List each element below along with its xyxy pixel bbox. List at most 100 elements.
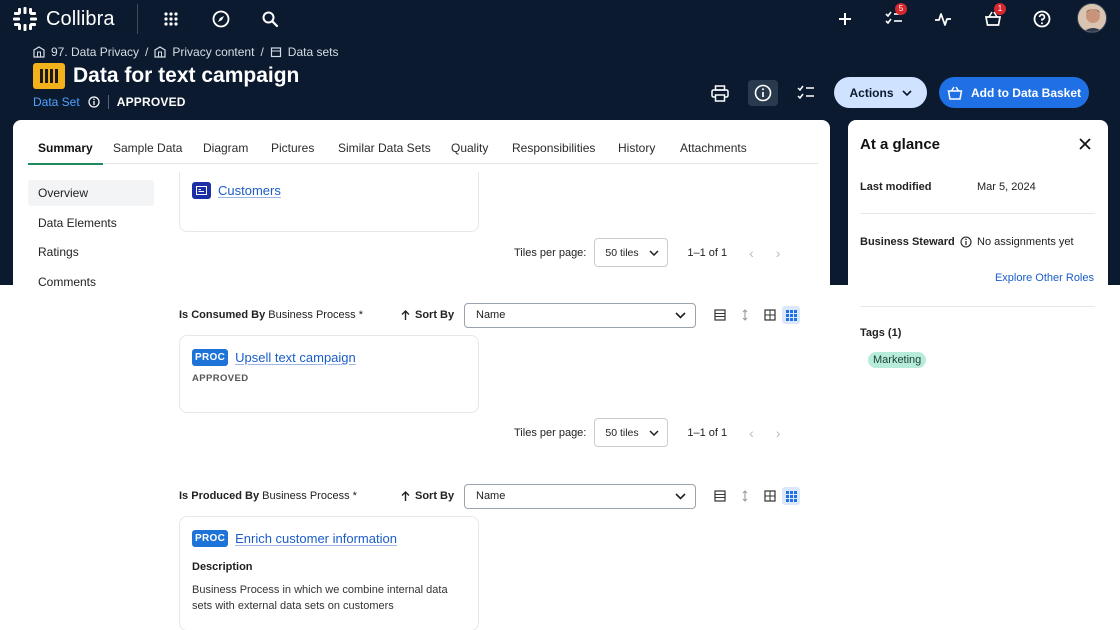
community-icon [33, 46, 45, 58]
tile-header: PROC Upsell text campaign [192, 349, 466, 366]
tile-link[interactable]: Customers [218, 183, 281, 198]
at-a-glance-panel: At a glance Last modified Mar 5, 2024 Bu… [848, 120, 1108, 630]
breadcrumb-label: Privacy content [172, 45, 255, 59]
breadcrumb-item-community[interactable]: 97. Data Privacy [33, 45, 139, 59]
sort-order-icon[interactable] [736, 306, 754, 324]
tile-view-icon[interactable] [782, 306, 800, 324]
dataset-type-icon [33, 63, 65, 89]
relation-section-header: Is Consumed By Business Process * Sort B… [179, 302, 809, 328]
app-name: Collibra [46, 7, 115, 30]
dataset-icon [270, 47, 281, 58]
tab-history[interactable]: History [618, 132, 655, 164]
tab-sample-data[interactable]: Sample Data [113, 132, 182, 164]
info-icon[interactable] [960, 236, 972, 248]
divider [860, 306, 1095, 307]
tile-header: Customers [192, 182, 466, 199]
plus-icon[interactable] [834, 8, 856, 30]
tab-diagram[interactable]: Diagram [203, 132, 248, 164]
relation-title: Is Consumed By Business Process * [179, 309, 363, 321]
table-view-icon[interactable] [711, 306, 729, 324]
help-icon[interactable] [1031, 8, 1053, 30]
table-view-icon[interactable] [711, 487, 729, 505]
add-to-basket-button[interactable]: Add to Data Basket [939, 77, 1089, 108]
sort-select[interactable]: Name [464, 483, 696, 509]
compass-icon[interactable] [210, 8, 232, 30]
subnav-data-elements[interactable]: Data Elements [28, 210, 154, 236]
chevron-right-icon[interactable]: › [776, 425, 781, 441]
breadcrumb-label: 97. Data Privacy [51, 45, 140, 59]
tiles-per-page-select[interactable]: 50 tiles [594, 238, 669, 267]
tab-quality[interactable]: Quality [451, 132, 488, 164]
basket-count-badge: 1 [994, 3, 1006, 15]
tiles-per-page-select[interactable]: 50 tiles [594, 418, 669, 447]
grid-view-icon[interactable] [761, 487, 779, 505]
subnav-ratings[interactable]: Ratings [28, 239, 154, 265]
tab-attachments[interactable]: Attachments [680, 132, 747, 164]
breadcrumb: 97. Data Privacy / Privacy content / Dat… [33, 45, 338, 59]
sort-by-label: Sort By [415, 309, 455, 321]
apps-grid-icon[interactable] [160, 8, 182, 30]
tab-responsibilities[interactable]: Responsibilities [512, 132, 595, 164]
chevron-down-icon [649, 249, 659, 256]
sort-select[interactable]: Name [464, 302, 696, 328]
summary-subnav: Overview Data Elements Ratings Comments [28, 180, 154, 298]
relation-title: Is Produced By Business Process * [179, 490, 357, 502]
basket-icon[interactable]: 1 [982, 3, 1006, 30]
tab-bar: Summary Sample Data Diagram Pictures Sim… [28, 132, 818, 165]
asset-meta-row: Data Set APPROVED [33, 95, 186, 109]
tasks-icon[interactable]: 5 [883, 3, 907, 30]
tab-similar-data-sets[interactable]: Similar Data Sets [338, 132, 431, 164]
tab-pictures[interactable]: Pictures [271, 132, 314, 164]
checklist-icon[interactable] [791, 80, 821, 106]
subnav-overview[interactable]: Overview [28, 180, 154, 206]
status-label: APPROVED [116, 95, 186, 109]
tile-description: Business Process in which we combine int… [192, 584, 448, 612]
pagination: Tiles per page: 50 tiles 1–1 of 1 ‹ › [514, 238, 780, 267]
info-panel-icon[interactable] [748, 80, 778, 106]
relation-title-rest: Business Process * [262, 490, 357, 502]
business-steward-value: No assignments yet [977, 236, 1074, 248]
tiles-per-page-label: Tiles per page: [514, 426, 587, 439]
activity-icon[interactable] [932, 8, 954, 30]
sort-by-label: Sort By [415, 490, 455, 502]
tile-view-icon[interactable] [782, 487, 800, 505]
pagination: Tiles per page: 50 tiles 1–1 of 1 ‹ › [514, 418, 780, 447]
collibra-logo[interactable]: Collibra [12, 6, 115, 32]
tile-header: PROC Enrich customer information [192, 530, 466, 547]
close-icon[interactable] [1078, 137, 1092, 151]
relation-section-header: Is Produced By Business Process * Sort B… [179, 483, 809, 509]
basket-icon [947, 86, 963, 100]
chevron-down-icon [901, 89, 912, 96]
tile-link[interactable]: Upsell text campaign [235, 350, 356, 365]
subnav-comments[interactable]: Comments [28, 269, 154, 295]
tab-summary[interactable]: Summary [28, 132, 103, 165]
actions-button[interactable]: Actions [834, 77, 927, 108]
tag-chip[interactable]: Marketing [868, 352, 927, 368]
chevron-down-icon [675, 311, 686, 319]
tile-link[interactable]: Enrich customer information [235, 531, 397, 546]
sort-select-value: Name [476, 309, 506, 321]
asset-type-link[interactable]: Data Set [33, 95, 80, 109]
breadcrumb-item-domain[interactable]: Privacy content [154, 45, 254, 59]
chevron-right-icon[interactable]: › [776, 245, 781, 261]
info-icon[interactable] [88, 96, 100, 108]
print-icon[interactable] [705, 80, 735, 106]
tags-label: Tags (1) [860, 327, 902, 339]
user-avatar[interactable] [1077, 3, 1107, 33]
asset-type-badge: PROC [192, 530, 229, 547]
sort-by-toggle[interactable]: Sort By [401, 309, 454, 321]
breadcrumb-label: Data sets [287, 45, 339, 59]
search-icon[interactable] [259, 8, 281, 30]
last-modified-label: Last modified [860, 181, 932, 193]
explore-other-roles-link[interactable]: Explore Other Roles [995, 272, 1094, 284]
sort-order-icon[interactable] [736, 487, 754, 505]
chevron-left-icon[interactable]: ‹ [749, 245, 754, 261]
chevron-left-icon[interactable]: ‹ [749, 425, 754, 441]
tiles-per-page-value: 50 tiles [605, 426, 639, 439]
grid-view-icon[interactable] [761, 306, 779, 324]
breadcrumb-item-asset-type[interactable]: Data sets [270, 45, 339, 59]
collibra-logo-icon [13, 7, 37, 31]
sort-by-toggle[interactable]: Sort By [401, 490, 454, 502]
glance-title: At a glance [860, 136, 941, 153]
tiles-per-page-label: Tiles per page: [514, 246, 587, 259]
